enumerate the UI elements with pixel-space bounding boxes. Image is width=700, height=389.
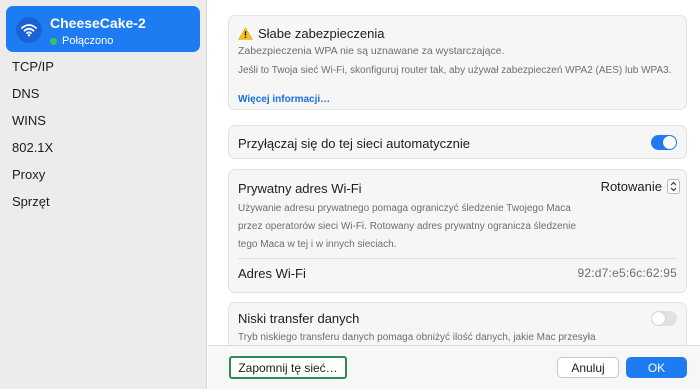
warning-triangle-icon: [238, 27, 253, 40]
toggle-knob: [663, 136, 676, 149]
dialog-footer: Zapomnij tę sieć… Anuluj OK: [208, 345, 700, 389]
network-status-label: Połączono: [62, 35, 114, 47]
sidebar-item-dns[interactable]: DNS: [12, 87, 54, 114]
forget-network-button[interactable]: Zapomnij tę sieć…: [229, 356, 347, 379]
network-name: CheeseCake-2: [50, 15, 146, 31]
sidebar-list: TCP/IP DNS WINS 802.1X Proxy Sprzęt: [12, 60, 54, 222]
private-address-title: Prywatny adres Wi-Fi: [238, 181, 362, 196]
sidebar-item-8021x[interactable]: 802.1X: [12, 141, 54, 168]
sidebar-item-wins[interactable]: WINS: [12, 114, 54, 141]
ok-button[interactable]: OK: [626, 357, 687, 378]
network-item-selected[interactable]: CheeseCake-2 Połączono: [6, 6, 200, 52]
main-panel: Słabe zabezpieczenia Zabezpieczenia WPA …: [208, 0, 700, 389]
sidebar-item-hardware[interactable]: Sprzęt: [12, 195, 54, 222]
connected-dot-icon: [50, 37, 57, 45]
sidebar-item-tcpip[interactable]: TCP/IP: [12, 60, 54, 87]
warning-subtitle: Zabezpieczenia WPA nie są uznawane za wy…: [238, 45, 505, 57]
auto-join-card: Przyłączaj się do tej sieci automatyczni…: [228, 125, 687, 159]
security-warning-card: Słabe zabezpieczenia Zabezpieczenia WPA …: [228, 15, 687, 110]
low-data-description: Tryb niskiego transferu danych pomaga ob…: [238, 332, 596, 343]
low-data-toggle[interactable]: [651, 311, 677, 326]
cancel-button[interactable]: Anuluj: [557, 357, 619, 378]
warning-title: Słabe zabezpieczenia: [258, 26, 385, 41]
private-address-card: Prywatny adres Wi-Fi Rotowanie Używanie …: [228, 169, 687, 293]
auto-join-toggle[interactable]: [651, 135, 677, 150]
low-data-title: Niski transfer danych: [238, 311, 360, 326]
wifi-address-value: 92:d7:e5:6c:62:95: [577, 266, 677, 280]
sidebar-item-proxy[interactable]: Proxy: [12, 168, 54, 195]
more-info-link[interactable]: Więcej informacji…: [238, 94, 330, 105]
auto-join-label: Przyłączaj się do tej sieci automatyczni…: [238, 136, 470, 151]
sidebar: CheeseCake-2 Połączono TCP/IP DNS WINS 8…: [0, 0, 207, 389]
wifi-address-label: Adres Wi-Fi: [238, 266, 306, 281]
warning-title-row: Słabe zabezpieczenia: [238, 26, 384, 41]
warning-description: Jeśli to Twoja sieć Wi-Fi, skonfiguruj r…: [238, 65, 672, 76]
network-status: Połączono: [50, 35, 113, 47]
private-address-select[interactable]: Rotowanie: [601, 179, 680, 194]
private-address-mode: Rotowanie: [600, 179, 662, 194]
chevron-updown-icon: [667, 179, 680, 194]
divider: [238, 258, 677, 259]
toggle-knob: [652, 312, 665, 325]
wifi-icon: [16, 17, 42, 43]
private-address-description: Używanie adresu prywatnego pomaga ograni…: [238, 203, 576, 250]
